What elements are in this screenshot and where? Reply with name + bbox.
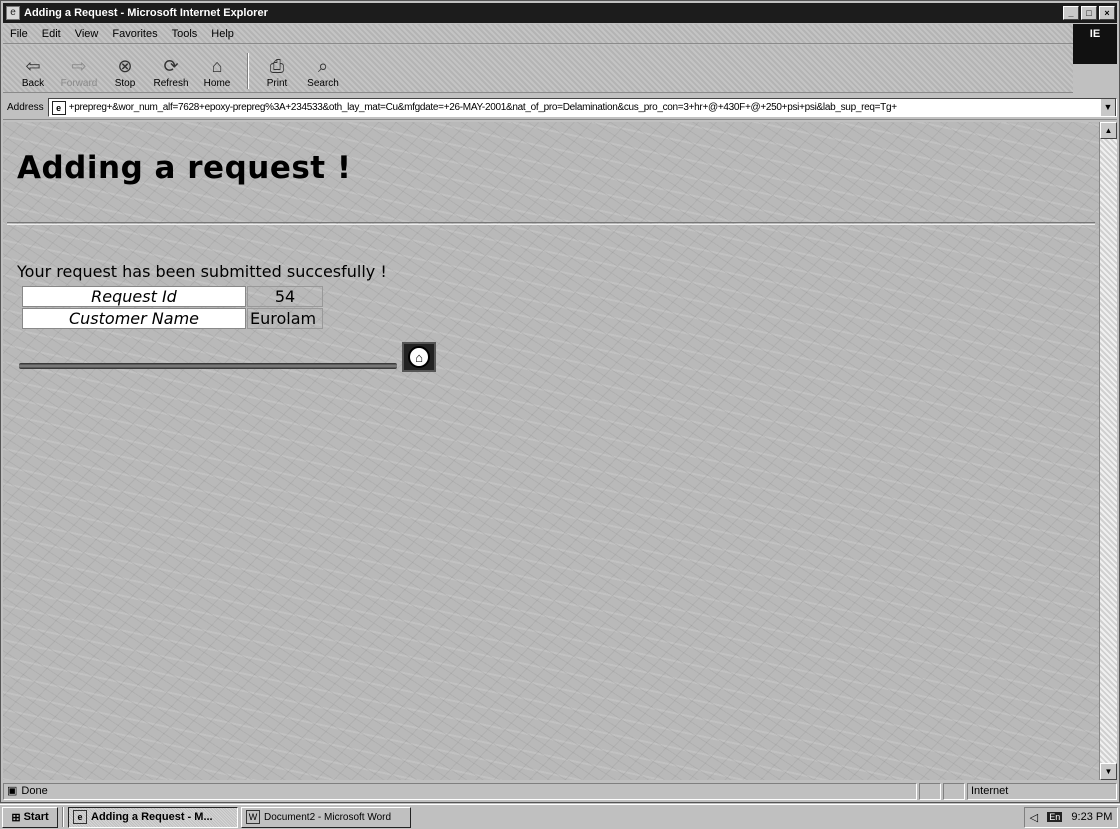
- forward-label: Forward: [60, 78, 98, 89]
- taskbar: ⊞ Start e Adding a Request - M... W Docu…: [0, 804, 1120, 829]
- table-row: Customer Name Eurolam: [22, 308, 323, 329]
- menu-view[interactable]: View: [68, 28, 106, 40]
- back-arrow-icon: ⇦: [25, 56, 41, 76]
- success-message: Your request has been submitted succesfu…: [17, 262, 387, 281]
- refresh-button[interactable]: ⟳ Refresh: [149, 56, 193, 89]
- done-page-icon: ▣: [7, 784, 18, 797]
- search-button[interactable]: ⌕ Search: [301, 56, 345, 89]
- volume-icon[interactable]: ◁: [1030, 811, 1038, 824]
- system-tray: ◁ En 9:23 PM: [1024, 806, 1118, 828]
- browser-window: e Adding a Request - Microsoft Internet …: [0, 0, 1120, 803]
- table-row: Request Id 54: [22, 286, 323, 307]
- task-word-window[interactable]: W Document2 - Microsoft Word: [241, 806, 411, 828]
- request-details-table: Request Id 54 Customer Name Eurolam: [21, 285, 324, 330]
- window-controls: _ □ ×: [1063, 6, 1115, 20]
- menu-file[interactable]: File: [3, 28, 35, 40]
- menu-bar: File Edit View Favorites Tools Help IE: [3, 24, 1117, 64]
- standard-toolbar: ⇦ Back ⇨ Forward ⊗ Stop ⟳ Refresh ⌂ Home…: [3, 45, 1073, 93]
- search-label: Search: [307, 78, 339, 89]
- language-indicator[interactable]: En: [1047, 812, 1063, 822]
- customer-name-value: Eurolam: [247, 308, 323, 329]
- stop-button[interactable]: ⊗ Stop: [103, 56, 147, 89]
- home-toolbar-button[interactable]: ⌂ Home: [195, 56, 239, 89]
- taskbar-separator: [62, 807, 64, 827]
- status-bar: ▣ Done Internet: [3, 781, 1117, 801]
- address-label: Address: [7, 102, 44, 113]
- toolbar-separator: [247, 53, 249, 89]
- home-label: Home: [203, 78, 231, 89]
- page-heading: Adding a request !: [17, 150, 352, 186]
- status-pane: [919, 782, 941, 800]
- scroll-down-button[interactable]: ▼: [1100, 763, 1117, 780]
- title-bar[interactable]: e Adding a Request - Microsoft Internet …: [3, 3, 1117, 23]
- print-label: Print: [266, 78, 288, 89]
- close-button[interactable]: ×: [1099, 6, 1115, 20]
- windows-logo-icon: ⊞: [11, 811, 21, 824]
- menu-tools[interactable]: Tools: [165, 28, 205, 40]
- ie-throbber-logo: IE: [1073, 24, 1117, 64]
- request-id-value: 54: [247, 286, 323, 307]
- minimize-button[interactable]: _: [1063, 6, 1079, 20]
- task-label: Adding a Request - M...: [91, 811, 213, 823]
- address-dropdown-button[interactable]: ▼: [1100, 99, 1116, 116]
- forward-button[interactable]: ⇨ Forward: [57, 56, 101, 89]
- home-link-button[interactable]: ⌂: [402, 342, 436, 372]
- address-bar: Address e +prepreg+&wor_num_alf=7628+epo…: [3, 96, 1117, 120]
- vertical-scrollbar[interactable]: ▲ ▼: [1099, 122, 1117, 780]
- menu-help[interactable]: Help: [204, 28, 241, 40]
- address-url[interactable]: +prepreg+&wor_num_alf=7628+epoxy-prepreg…: [69, 102, 1100, 113]
- task-label: Document2 - Microsoft Word: [264, 811, 392, 823]
- task-ie-window[interactable]: e Adding a Request - M...: [68, 806, 238, 828]
- word-icon: W: [246, 810, 260, 824]
- stop-icon: ⊗: [117, 56, 133, 76]
- page-icon: e: [51, 100, 66, 115]
- status-label: Done: [21, 784, 48, 797]
- start-label: Start: [23, 811, 49, 823]
- customer-name-label: Customer Name: [22, 308, 246, 329]
- ie-page-icon: e: [6, 6, 20, 20]
- menu-favorites[interactable]: Favorites: [105, 28, 164, 40]
- search-icon: ⌕: [317, 56, 329, 76]
- clock[interactable]: 9:23 PM: [1071, 811, 1112, 823]
- window-title: Adding a Request - Microsoft Internet Ex…: [24, 7, 268, 19]
- stop-label: Stop: [114, 78, 136, 89]
- security-zone: Internet: [967, 782, 1117, 800]
- back-button[interactable]: ⇦ Back: [11, 56, 55, 89]
- decorative-bar: [19, 363, 397, 369]
- address-input[interactable]: e +prepreg+&wor_num_alf=7628+epoxy-prepr…: [47, 98, 1117, 117]
- status-pane: [943, 782, 965, 800]
- maximize-button[interactable]: □: [1081, 6, 1097, 20]
- back-label: Back: [21, 78, 45, 89]
- home-icon: ⌂: [408, 346, 430, 368]
- ie-icon: e: [73, 810, 87, 824]
- request-id-label: Request Id: [22, 286, 246, 307]
- print-icon: ⎙: [269, 56, 285, 76]
- start-button[interactable]: ⊞ Start: [2, 806, 58, 828]
- home-icon: ⌂: [211, 56, 223, 76]
- refresh-label: Refresh: [153, 78, 189, 89]
- scroll-up-button[interactable]: ▲: [1100, 122, 1117, 139]
- refresh-icon: ⟳: [163, 56, 179, 76]
- menu-edit[interactable]: Edit: [35, 28, 68, 40]
- horizontal-rule: [7, 222, 1095, 225]
- forward-arrow-icon: ⇨: [71, 56, 87, 76]
- page-content: Adding a request ! Your request has been…: [3, 122, 1099, 780]
- print-button[interactable]: ⎙ Print: [255, 56, 299, 89]
- status-text: ▣ Done: [3, 782, 917, 800]
